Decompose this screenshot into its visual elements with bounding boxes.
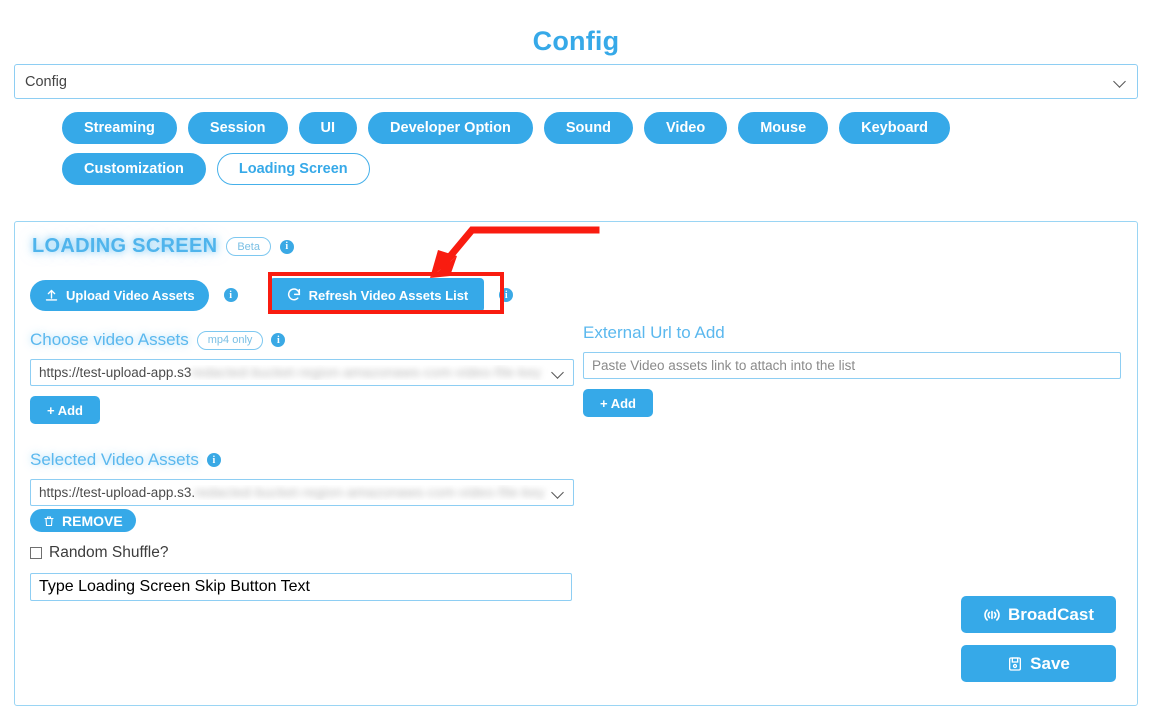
choose-assets-value: https://test-upload-app.s3redacted-bucke… xyxy=(39,365,552,380)
refresh-video-assets-list-button[interactable]: Refresh Video Assets List xyxy=(269,278,485,312)
page-title: Config xyxy=(532,26,620,56)
info-icon-selected-assets[interactable]: i xyxy=(206,453,221,467)
selected-assets-value: https://test-upload-app.s3.redacted-buck… xyxy=(39,485,552,500)
selected-video-assets-label: Selected Video Assets i xyxy=(30,450,574,470)
choose-assets-value-visible: https://test-upload-app.s3 xyxy=(39,365,192,380)
add-chosen-asset-button[interactable]: + Add xyxy=(30,396,100,424)
choose-video-assets-group: Choose video Assets mp4 only i https://t… xyxy=(30,330,574,424)
choose-assets-value-redacted: redacted-bucket-region-amazonaws-com-vid… xyxy=(191,365,542,380)
broadcast-tower-icon xyxy=(984,608,1000,621)
refresh-group: Refresh Video Assets List i xyxy=(269,278,514,312)
random-shuffle-checkbox[interactable] xyxy=(30,547,42,559)
skip-button-text-input[interactable]: Type Loading Screen Skip Button Text xyxy=(30,573,572,601)
save-button[interactable]: Save xyxy=(961,645,1116,682)
tab-ui[interactable]: UI xyxy=(298,112,358,144)
choose-video-assets-dropdown[interactable]: https://test-upload-app.s3redacted-bucke… xyxy=(30,359,574,386)
refresh-icon xyxy=(287,288,300,301)
add-external-url-button[interactable]: + Add xyxy=(583,389,653,417)
remove-button-label: REMOVE xyxy=(62,512,123,529)
upload-icon xyxy=(45,289,58,301)
mp4-only-badge: mp4 only xyxy=(196,330,264,350)
choose-assets-label-text: Choose video Assets xyxy=(30,330,189,349)
skip-button-text-placeholder: Type Loading Screen Skip Button Text xyxy=(39,578,310,595)
external-url-label: External Url to Add xyxy=(583,323,725,342)
info-icon[interactable]: i xyxy=(279,239,294,254)
broadcast-button[interactable]: BroadCast xyxy=(961,596,1116,633)
save-button-label: Save xyxy=(1030,653,1070,673)
beta-badge: Beta xyxy=(226,237,271,256)
upload-video-assets-button[interactable]: Upload Video Assets xyxy=(30,279,209,311)
section-title: LOADING SCREEN xyxy=(32,235,218,257)
tab-session[interactable]: Session xyxy=(187,112,288,144)
tab-streaming[interactable]: Streaming xyxy=(62,112,177,144)
external-url-placeholder: Paste Video assets link to attach into t… xyxy=(592,358,856,373)
floppy-disk-icon xyxy=(1009,656,1022,671)
random-shuffle-label: Random Shuffle? xyxy=(49,544,169,561)
chevron-down-icon-selected xyxy=(552,486,565,499)
external-url-input[interactable]: Paste Video assets link to attach into t… xyxy=(583,352,1121,379)
external-url-group: External Url to Add Paste Video assets l… xyxy=(583,323,1121,417)
selected-video-assets-dropdown[interactable]: https://test-upload-app.s3.redacted-buck… xyxy=(30,479,574,506)
section-header: LOADING SCREEN Beta i xyxy=(32,235,294,258)
chevron-down-icon-choose xyxy=(552,366,565,379)
tab-developer-option[interactable]: Developer Option xyxy=(368,112,533,144)
selected-assets-value-visible: https://test-upload-app.s3. xyxy=(39,485,196,500)
selected-assets-label-text: Selected Video Assets xyxy=(30,450,199,469)
info-icon-choose-assets[interactable]: i xyxy=(271,333,286,347)
trash-icon xyxy=(44,515,54,526)
config-page: Config Config Streaming Session UI Devel… xyxy=(0,0,1152,714)
chevron-down-icon xyxy=(1114,75,1127,88)
tab-video[interactable]: Video xyxy=(644,112,728,144)
tab-keyboard[interactable]: Keyboard xyxy=(839,112,951,144)
info-icon-refresh[interactable]: i xyxy=(499,288,514,302)
refresh-button-label: Refresh Video Assets List xyxy=(308,287,469,303)
tab-loading-screen[interactable]: Loading Screen xyxy=(216,153,370,185)
remove-asset-button[interactable]: REMOVE xyxy=(30,509,136,532)
tab-sound[interactable]: Sound xyxy=(543,112,633,144)
random-shuffle-row[interactable]: Random Shuffle? xyxy=(30,544,574,562)
tab-customization[interactable]: Customization xyxy=(62,153,206,185)
panel-actions: BroadCast Save xyxy=(961,596,1116,682)
config-dropdown-value: Config xyxy=(25,73,67,90)
info-icon-upload[interactable]: i xyxy=(223,288,238,302)
config-dropdown[interactable]: Config xyxy=(14,64,1138,99)
broadcast-button-label: BroadCast xyxy=(1008,604,1094,624)
upload-button-label: Upload Video Assets xyxy=(66,287,195,303)
assets-toolbar: Upload Video Assets i Refresh Video Asse… xyxy=(30,278,514,312)
selected-video-assets-group: Selected Video Assets i https://test-upl… xyxy=(30,450,574,601)
choose-video-assets-label: Choose video Assets mp4 only i xyxy=(30,330,574,350)
selected-assets-value-redacted: redacted-bucket-region-amazonaws-com-vid… xyxy=(195,485,545,500)
tab-bar: Streaming Session UI Developer Option So… xyxy=(62,112,1092,185)
tab-mouse[interactable]: Mouse xyxy=(738,112,829,144)
